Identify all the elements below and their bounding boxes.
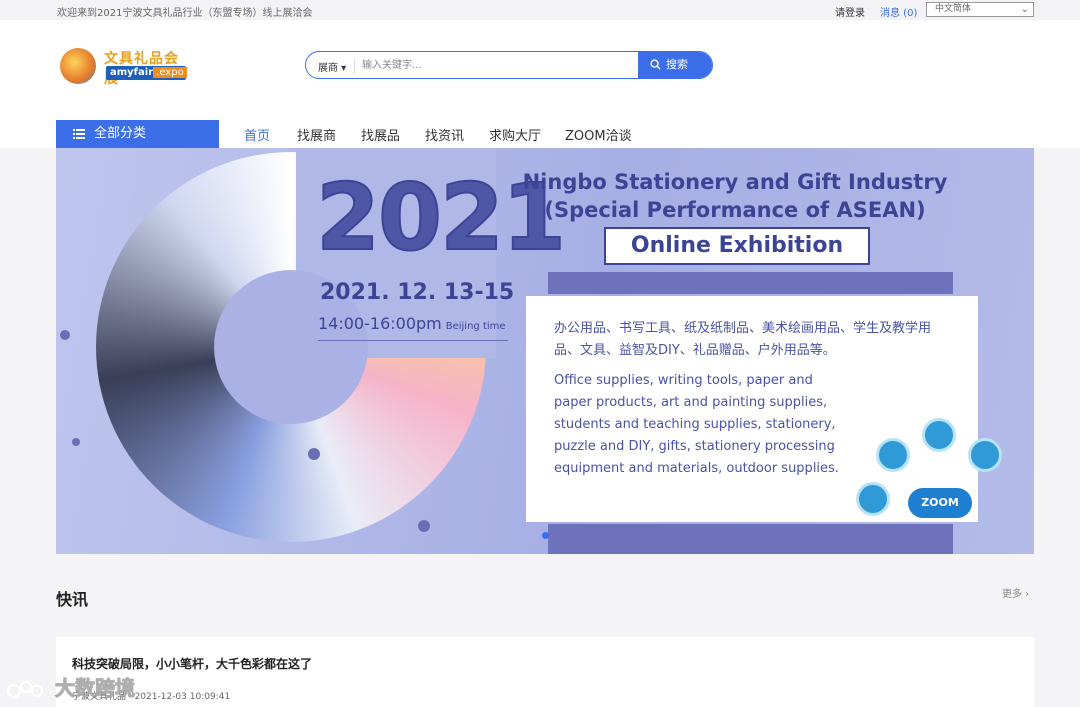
banner-title-line2: (Special Performance of ASEAN) — [544, 198, 926, 222]
login-link[interactable]: 请登录 — [835, 4, 865, 19]
banner-date: 2021. 12. 13-15 — [320, 280, 515, 305]
zoom-cloud-icon: ZOOM — [908, 488, 972, 518]
search-button[interactable]: 搜索 — [638, 52, 712, 78]
banner-time: 14:00-16:00pm Beijing time — [318, 314, 506, 333]
search-scope-dropdown[interactable]: 展商 ▾ — [318, 59, 346, 74]
search-button-label: 搜索 — [666, 58, 688, 71]
chevron-down-icon: ⌄ — [1020, 4, 1029, 15]
all-categories-label: 全部分类 — [94, 126, 147, 141]
site-header: 文具礼品会展 amyfair.expo 展商 ▾ 搜索 — [0, 20, 1080, 120]
watermark-text: 大数跨境 — [54, 676, 135, 701]
person-avatar-icon — [922, 418, 956, 452]
decor-dot — [308, 448, 320, 460]
search-bar: 展商 ▾ 搜索 — [305, 51, 713, 79]
zoom-network-illustration: ZOOM — [856, 418, 1034, 554]
banner-desc-cn: 办公用品、书写工具、纸及纸制品、美术绘画用品、学生及教学用品、文具、益智及DIY… — [554, 321, 932, 358]
banner-desc-en: Office supplies, writing tools, paper an… — [554, 373, 839, 476]
nav-item-home[interactable]: 首页 — [244, 125, 270, 144]
list-menu-icon — [73, 129, 85, 139]
news-headline[interactable]: 科技突破局限，小小笔杆，大千色彩都在这了 — [72, 655, 312, 672]
decor-dot — [72, 438, 80, 446]
site-logo[interactable]: 文具礼品会展 amyfair.expo — [60, 46, 190, 87]
nav-item-news[interactable]: 找资讯 — [425, 125, 464, 144]
banner-title: Ningbo Stationery and Gift Industry (Spe… — [520, 168, 950, 224]
hero-banner[interactable]: 2021 2021. 12. 13-15 14:00-16:00pm Beijin… — [56, 148, 1034, 554]
nav-item-products[interactable]: 找展品 — [361, 125, 400, 144]
banner-divider — [318, 340, 508, 341]
person-avatar-icon — [876, 438, 910, 472]
person-avatar-icon — [856, 482, 890, 516]
decor-dot — [60, 330, 70, 340]
search-icon — [650, 59, 661, 70]
search-input[interactable] — [358, 56, 628, 74]
language-select[interactable]: 中文简体 ⌄ — [926, 2, 1034, 17]
top-bar: 欢迎来到2021宁波文具礼品行业（东盟专场）线上展洽会 请登录 消息 (0) 中… — [0, 0, 1080, 20]
news-card[interactable]: 科技突破局限，小小笔杆，大千色彩都在这了 宁波文具礼品 · 2021-12-03… — [56, 637, 1034, 707]
carousel-dot-active[interactable] — [542, 532, 549, 539]
language-value: 中文简体 — [935, 4, 972, 14]
news-more-link[interactable]: 更多 › — [1002, 585, 1029, 600]
nav-item-exhibitors[interactable]: 找展商 — [297, 125, 336, 144]
person-avatar-icon — [968, 438, 1002, 472]
banner-accent-bar — [548, 272, 953, 294]
search-divider — [354, 58, 355, 74]
watermark: 大数跨境 — [6, 672, 135, 701]
all-categories-button[interactable]: 全部分类 — [56, 120, 219, 148]
logo-text-en: amyfair .expo — [106, 66, 187, 80]
main-nav: 全部分类 首页 找展商 找展品 找资讯 求购大厅 ZOOM洽谈 — [0, 120, 1080, 148]
decor-dot — [418, 520, 430, 532]
watermark-logo-icon — [7, 680, 43, 698]
banner-online-label: Online Exhibition — [604, 227, 870, 265]
banner-title-line1: Ningbo Stationery and Gift Industry — [522, 170, 948, 194]
welcome-text: 欢迎来到2021宁波文具礼品行业（东盟专场）线上展洽会 — [57, 8, 313, 19]
news-section-title: 快讯 — [56, 590, 89, 609]
nav-item-zoom-talk[interactable]: ZOOM洽谈 — [565, 125, 632, 144]
nav-item-purchase-hall[interactable]: 求购大厅 — [489, 125, 541, 144]
messages-link[interactable]: 消息 (0) — [880, 4, 917, 19]
globe-logo-icon — [60, 48, 96, 84]
